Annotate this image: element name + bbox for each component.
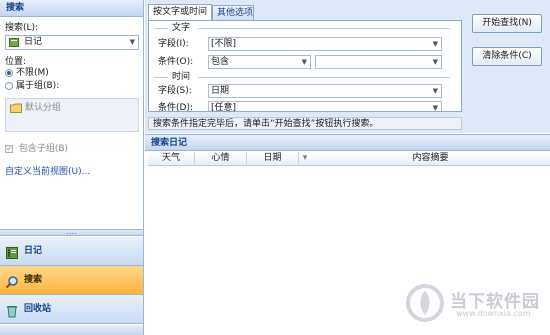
recycle-bin-icon [5,302,19,318]
radio-belongs-group[interactable]: 属于组(B): [5,80,59,93]
search-combo[interactable]: 日记 ▼ [5,35,139,50]
time-field-select[interactable]: 日期 ▼ [208,84,442,98]
include-subgroups-checkbox[interactable]: 包含子组(B) [5,143,68,156]
folder-icon [10,103,22,116]
column-header-summary[interactable]: 内容摘要 [311,152,550,166]
diary-icon [9,38,19,47]
text-condition-value: 包含 [211,57,230,67]
search-combo-value: 日记 [24,37,43,47]
watermark-url: www.downxia.com [456,309,531,318]
start-search-button[interactable]: 开始查找(N) [472,14,542,33]
time-field-label: 字段(S): [158,86,192,96]
radio-group-label: 属于组(B): [16,81,60,91]
nav-item-search[interactable]: 搜索 [0,266,143,295]
left-pane-title: 搜索 [0,0,143,17]
chevron-down-icon: ▼ [432,58,438,66]
results-title: 搜索日记 [145,134,550,151]
radio-empty-icon [5,82,13,90]
time-condition-row: 条件(D): [任意] ▼ [149,100,461,111]
tab-other-options[interactable]: 其他选项 [212,5,254,20]
include-subgroups-label: 包含子组(B) [18,144,69,154]
time-section-title: 时间 [172,72,191,82]
search-label: 搜索(L): [5,23,39,33]
text-field-value: [不限] [211,39,237,49]
chevron-down-icon: ▼ [432,87,438,95]
pane-splitter[interactable]: .... [0,228,143,236]
nav-item-diary[interactable]: 日记 [0,237,143,266]
chevron-down-icon: ▼ [432,40,438,48]
time-condition-label: 条件(D): [158,103,193,111]
tab-text-or-time[interactable]: 按文字或时间 [148,4,212,21]
sort-dropdown-icon[interactable]: ▾ [299,152,311,166]
radio-unlimited[interactable]: 不限(M) [5,67,49,80]
results-grid-header: 天气 心情 日期 ▾ 内容摘要 [148,152,550,166]
text-condition-select[interactable]: 包含 ▼ [208,55,311,69]
nav-item-label: 搜索 [24,275,43,285]
nav-footer [0,325,143,335]
time-condition-value: [任意] [211,103,237,111]
default-group-item[interactable]: 默认分组 [25,102,61,114]
column-header-weather[interactable]: 天气 [148,152,195,166]
radio-selected-icon [5,69,13,77]
text-field-select[interactable]: [不限] ▼ [208,37,442,51]
diary-icon [5,244,19,259]
search-icon [5,273,19,289]
search-hint: 搜索条件指定完毕后，请单击“开始查找”按钮执行搜索。 [148,117,462,130]
chevron-down-icon: ▼ [129,38,135,46]
text-section-title: 文字 [172,23,191,33]
clear-conditions-button[interactable]: 清除条件(C) [472,47,542,66]
chevron-down-icon: ▼ [432,104,438,111]
radio-unlimited-label: 不限(M) [16,68,49,78]
time-condition-select[interactable]: [任意] ▼ [208,101,442,111]
nav-item-label: 日记 [24,246,43,256]
text-condition-label: 条件(O): [158,57,194,67]
nav-item-recycle-bin[interactable]: 回收站 [0,295,143,324]
column-header-mood[interactable]: 心情 [195,152,247,166]
custom-view-link[interactable]: 自定义当前视图(U)... [5,166,90,178]
checkbox-icon [5,143,13,155]
time-field-value: 日期 [211,86,230,96]
column-header-date[interactable]: 日期 [247,152,299,166]
group-tree[interactable]: 默认分组 [5,98,139,132]
text-field-label: 字段(I): [158,39,189,49]
watermark-logo [405,283,445,323]
chevron-down-icon: ▼ [301,58,307,66]
nav-item-label: 回收站 [24,304,52,314]
text-condition-input[interactable]: ▼ [315,55,442,69]
